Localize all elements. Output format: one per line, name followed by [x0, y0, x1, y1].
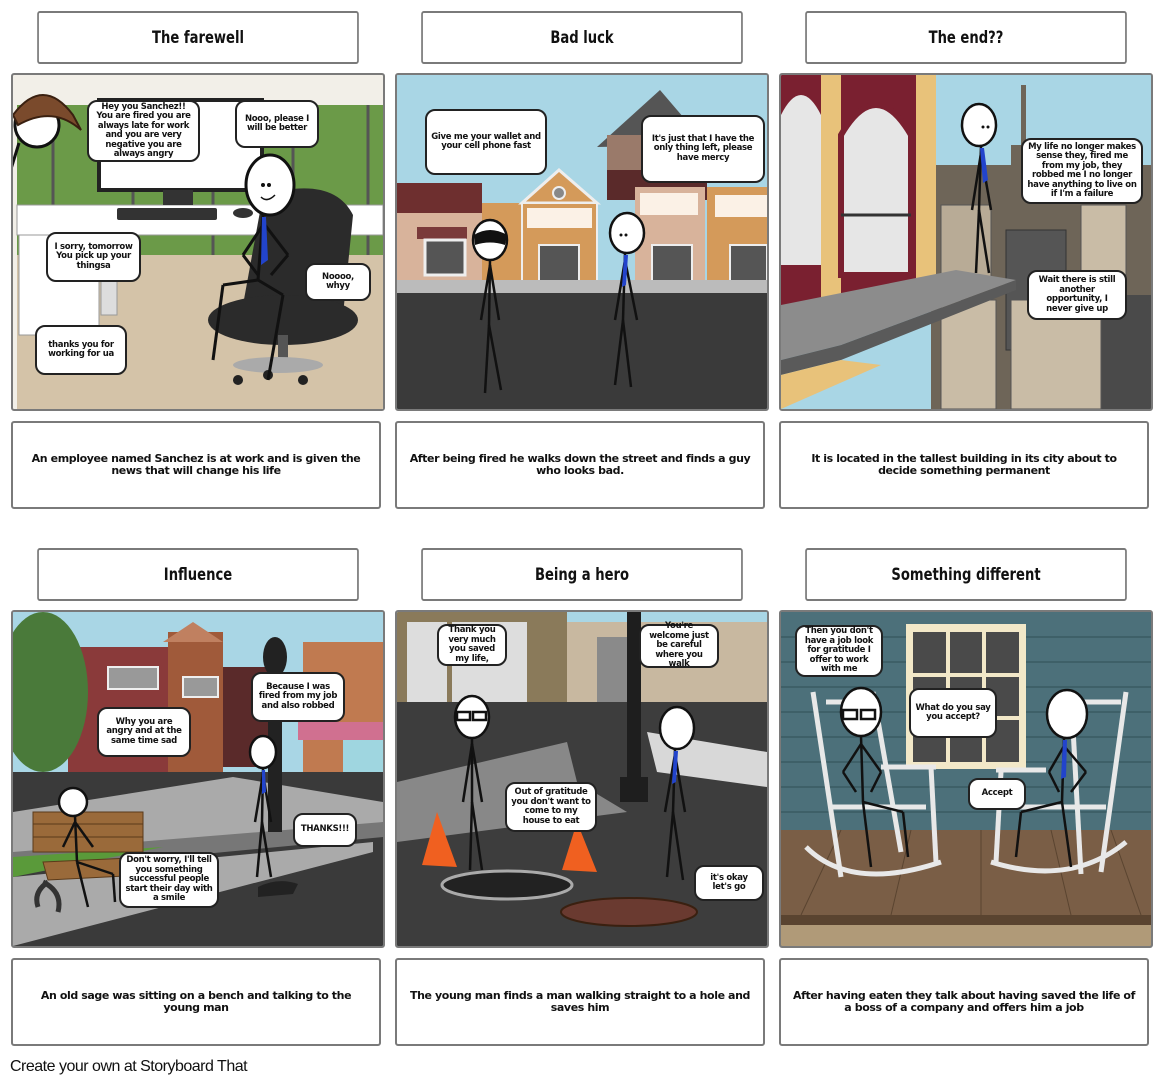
speech-text: Thank you very much you saved my life,	[448, 625, 496, 664]
speech-text: Because I was fired from my job and also…	[258, 681, 338, 711]
speech-bubble: I sorry, tomorrow You pick up your thing…	[46, 232, 141, 282]
speech-text: Why you are angry and at the same time s…	[106, 716, 182, 746]
speech-bubble: it's okay let's go	[694, 865, 764, 901]
speech-text: THANKS!!!	[300, 824, 350, 835]
speech-bubble: Why you are angry and at the same time s…	[97, 707, 191, 757]
speech-text: thanks you for working for ua	[48, 339, 114, 359]
cell-title-text: Something different	[891, 564, 1041, 585]
description-text: After having eaten they talk about havin…	[793, 989, 1135, 1014]
cell-title: The farewell	[37, 11, 359, 64]
scene-park: Why you are angry and at the same time s…	[11, 610, 385, 948]
speech-text: You're welcome just be careful where you…	[649, 621, 709, 670]
speech-text: It's just that I have the only thing lef…	[651, 133, 755, 163]
speech-bubble: Wait there is still another opportunity,…	[1027, 270, 1127, 320]
scene-rooftop: My life no longer makes sense they, fire…	[779, 73, 1153, 411]
speech-text: Wait there is still another opportunity,…	[1038, 275, 1116, 314]
description-text: An employee named Sanchez is at work and…	[31, 452, 361, 477]
cell-title: Influence	[37, 548, 359, 601]
cell-description: It is located in the tallest building in…	[779, 421, 1149, 509]
speech-text: Don't worry, I'll tell you something suc…	[125, 855, 213, 904]
speech-text: Give me your wallet and your cell phone …	[431, 131, 541, 151]
cell-title: Being a hero	[421, 548, 743, 601]
speech-bubble: It's just that I have the only thing lef…	[641, 115, 765, 183]
speech-bubble: Nooo, please I will be better	[235, 100, 319, 148]
speech-bubble: Out of gratitude you don't want to come …	[505, 782, 597, 832]
cell-title: Something different	[805, 548, 1127, 601]
speech-bubble: Hey you Sanchez!! You are fired you are …	[87, 100, 200, 162]
scene-office: Hey you Sanchez!! You are fired you are …	[11, 73, 385, 411]
speech-bubble: Don't worry, I'll tell you something suc…	[119, 852, 219, 908]
cell-title-text: Bad luck	[550, 27, 614, 48]
cell-description: After having eaten they talk about havin…	[779, 958, 1149, 1046]
description-text: An old sage was sitting on a bench and t…	[40, 989, 352, 1014]
speech-bubble: What do you say you accept?	[909, 688, 997, 738]
speech-text: I sorry, tomorrow You pick up your thing…	[54, 241, 133, 271]
scene-street: Give me your wallet and your cell phone …	[395, 73, 769, 411]
speech-text: What do you say you accept?	[915, 702, 991, 722]
cell-title-text: Being a hero	[534, 564, 630, 585]
description-text: After being fired he walks down the stre…	[409, 452, 751, 477]
cell-title: Bad luck	[421, 11, 743, 64]
description-text: It is located in the tallest building in…	[811, 452, 1117, 477]
speech-text: Then you don't have a job look for grati…	[804, 626, 874, 675]
cell-description: An employee named Sanchez is at work and…	[11, 421, 381, 509]
cell-title: The end??	[805, 11, 1127, 64]
speech-bubble: Give me your wallet and your cell phone …	[425, 109, 547, 175]
cell-description: An old sage was sitting on a bench and t…	[11, 958, 381, 1046]
cell-description: After being fired he walks down the stre…	[395, 421, 765, 509]
speech-bubble: Then you don't have a job look for grati…	[795, 625, 883, 677]
cell-title-text: The farewell	[152, 27, 244, 48]
speech-text: Hey you Sanchez!! You are fired you are …	[96, 101, 191, 159]
speech-bubble: thanks you for working for ua	[35, 325, 127, 375]
speech-text: Noooo, whyy	[322, 271, 354, 291]
cell-title-text: Influence	[163, 564, 233, 585]
footer-credit[interactable]: Create your own at Storyboard That	[10, 1058, 248, 1076]
speech-text: it's okay let's go	[710, 872, 748, 892]
speech-text: Out of gratitude you don't want to come …	[511, 787, 591, 826]
speech-bubble: Accept	[968, 778, 1026, 810]
rooftop-illustration	[781, 75, 1151, 409]
speech-text: Accept	[981, 788, 1013, 799]
speech-text: My life no longer makes sense they, fire…	[1027, 141, 1137, 199]
speech-bubble: Noooo, whyy	[305, 263, 371, 301]
scene-crosswalk: Thank you very much you saved my life, Y…	[395, 610, 769, 948]
speech-bubble: Because I was fired from my job and also…	[251, 672, 345, 722]
speech-bubble: Thank you very much you saved my life,	[437, 624, 507, 666]
cell-title-text: The end??	[928, 27, 1004, 48]
speech-bubble: THANKS!!!	[293, 813, 357, 847]
description-text: The young man finds a man walking straig…	[410, 989, 750, 1014]
speech-bubble: My life no longer makes sense they, fire…	[1021, 138, 1143, 204]
speech-text: Nooo, please I will be better	[244, 113, 310, 133]
speech-bubble: You're welcome just be careful where you…	[639, 621, 719, 670]
cell-description: The young man finds a man walking straig…	[395, 958, 765, 1046]
scene-porch: Then you don't have a job look for grati…	[779, 610, 1153, 948]
